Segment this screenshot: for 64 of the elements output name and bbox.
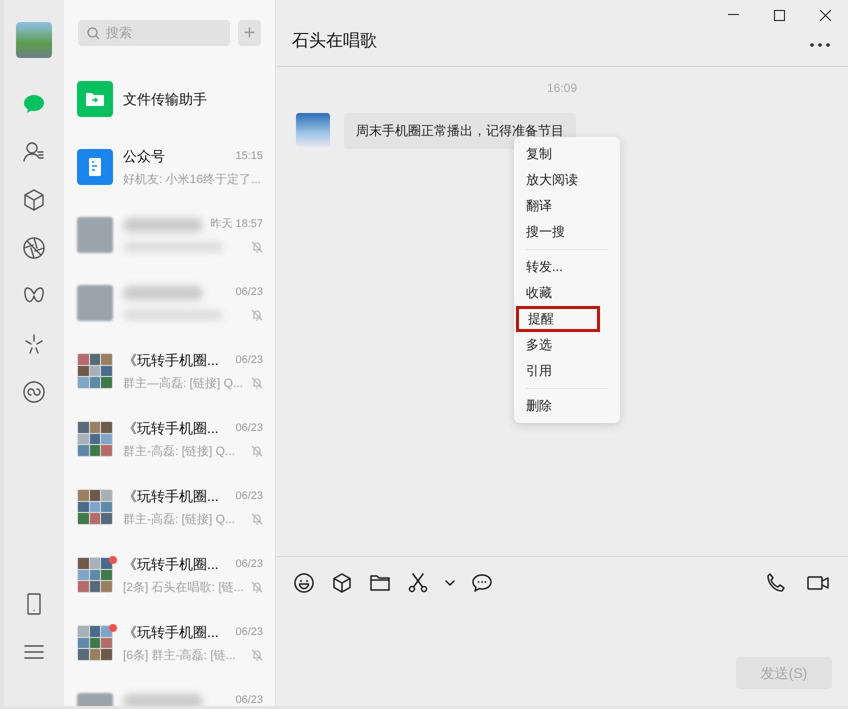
menu-item[interactable]: 引用 <box>514 358 620 384</box>
chat-title: 石头在唱歌 <box>292 30 377 52</box>
blurred-photo-placeholder <box>77 285 113 321</box>
chat-time: 昨天 18:57 <box>210 217 263 232</box>
chat-list-item[interactable]: 公众号 15:15 好机友: 小米16终于定了... <box>64 133 275 201</box>
message-timestamp: 16:09 <box>546 80 578 97</box>
document-icon <box>89 158 101 176</box>
menu-item[interactable]: 多选 <box>514 332 620 358</box>
chat-list-item[interactable]: 《玩转手机圈... 06/23 群主-高磊: [链接] Q... <box>64 473 275 541</box>
chat-time: 06/23 <box>235 489 263 504</box>
chat-time: 06/23 <box>235 625 263 640</box>
chat-preview: 群主-高磊: [链接] Q... <box>123 442 236 460</box>
menu-item[interactable]: 收藏 <box>514 280 620 306</box>
chat-name: 《玩转手机圈... <box>123 487 219 506</box>
more-icon <box>810 43 830 47</box>
menu-item[interactable]: 翻译 <box>514 193 620 219</box>
chat-preview: 好机友: 小米16终于定了... <box>123 170 262 188</box>
chat-preview: 群主-高磊: [链接] Q... <box>123 510 236 528</box>
chat-list-item[interactable]: 《玩转手机圈... 06/23 群主-高磊: [链接] Q... <box>64 405 275 473</box>
menu-item[interactable]: 删除 <box>514 393 620 419</box>
search-field[interactable]: 搜索 <box>78 20 230 46</box>
chat-time: 06/23 <box>235 693 263 706</box>
chat-preview: [6条] 群主-高磊: [链... <box>123 646 236 664</box>
menu-item[interactable]: 搜一搜 <box>514 219 620 245</box>
folder-arrow-icon <box>86 92 104 106</box>
chat-time: 06/23 <box>235 353 263 368</box>
cube-icon[interactable] <box>22 188 46 212</box>
blurred-photo-placeholder <box>77 217 113 253</box>
group-avatar-photo-placeholder <box>77 353 113 389</box>
chat-list-item[interactable]: 《玩转手机圈... 06/23 群主—高磊: [链接] Q... <box>64 337 275 405</box>
scissors-icon[interactable] <box>406 571 430 595</box>
chat-name: 文件传输助手 <box>123 90 207 108</box>
contacts-icon[interactable] <box>22 140 46 164</box>
minimize-icon <box>728 14 738 16</box>
link-circle-icon[interactable] <box>22 380 46 404</box>
aperture-icon[interactable] <box>22 236 46 260</box>
chat-list-item[interactable]: 文件传输助手 <box>64 65 275 133</box>
chat-time: 06/23 <box>235 557 263 572</box>
group-avatar-photo-placeholder <box>77 489 113 525</box>
chat-time: 06/23 <box>235 285 263 300</box>
more-button[interactable] <box>810 40 832 50</box>
emoji-icon[interactable] <box>292 571 316 595</box>
chat-name: 《玩转手机圈... <box>123 419 219 438</box>
chat-name: 《玩转手机圈... <box>123 555 219 574</box>
menu-item[interactable]: 放大阅读 <box>514 167 620 193</box>
menu-item[interactable]: 转发... <box>514 254 620 280</box>
chat-preview: [2条] 石头在唱歌: [链... <box>123 578 244 596</box>
group-avatar-photo-placeholder <box>77 421 113 457</box>
group-avatar-photo-placeholder <box>77 625 113 661</box>
chat-list-item[interactable]: 《玩转手机圈... 06/23 [6条] 群主-高磊: [链... <box>64 609 275 677</box>
chat-time: 06/23 <box>235 421 263 436</box>
message-bubble: 周末手机圈正常播出，记得准备节目 <box>344 113 576 148</box>
sender-avatar-photo-placeholder <box>296 113 330 147</box>
chat-preview: 群主—高磊: [链接] Q... <box>123 374 244 392</box>
chat-name: 公众号 <box>123 147 165 166</box>
search-icon <box>87 26 100 40</box>
group-avatar-photo-placeholder <box>77 557 113 593</box>
chat-name: 《玩转手机圈... <box>123 351 219 370</box>
chat-time: 15:15 <box>235 149 263 164</box>
menu-item[interactable]: 提醒 <box>516 306 600 332</box>
close-icon <box>820 10 830 20</box>
maximize-icon <box>774 10 784 20</box>
chat-name: 《玩转手机圈... <box>123 623 219 642</box>
chat-list-item[interactable]: 《玩转手机圈... 06/23 [2条] 石头在唱歌: [链... <box>64 541 275 609</box>
